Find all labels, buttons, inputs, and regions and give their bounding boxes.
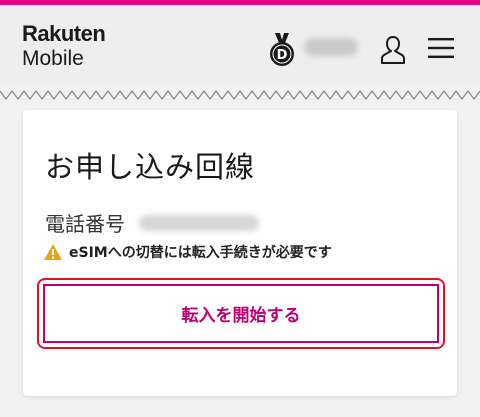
- hamburger-menu-icon[interactable]: [428, 37, 454, 59]
- points-value-blurred: [304, 38, 358, 56]
- medal-letter: D: [277, 48, 288, 63]
- logo-bottom-text: Mobile: [22, 47, 84, 70]
- card-title: お申し込み回線: [45, 150, 256, 184]
- rakuten-mobile-logo[interactable]: Rakuten Mobile: [22, 21, 106, 70]
- button-highlight-outline: 転入を開始する: [37, 278, 445, 349]
- esim-warning: eSIMへの切替には転入手続きが必要です: [43, 242, 332, 262]
- rank-medal-icon[interactable]: D: [268, 33, 296, 67]
- phone-number-row: 電話番号: [45, 208, 259, 237]
- phone-number-label: 電話番号: [45, 212, 125, 236]
- user-account-icon[interactable]: [380, 35, 406, 65]
- logo-top-text: Rakuten: [22, 21, 106, 46]
- warning-icon: [44, 244, 62, 260]
- phone-number-value-blurred: [139, 214, 259, 231]
- zigzag-divider: [0, 89, 480, 101]
- warning-text: eSIMへの切替には転入手続きが必要です: [69, 245, 332, 261]
- subscription-line-card: お申し込み回線 電話番号 eSIMへの切替には転入手続きが必要です 転入を開始す…: [23, 110, 457, 396]
- start-transfer-button[interactable]: 転入を開始する: [43, 284, 439, 343]
- site-header: Rakuten Mobile D: [0, 5, 480, 85]
